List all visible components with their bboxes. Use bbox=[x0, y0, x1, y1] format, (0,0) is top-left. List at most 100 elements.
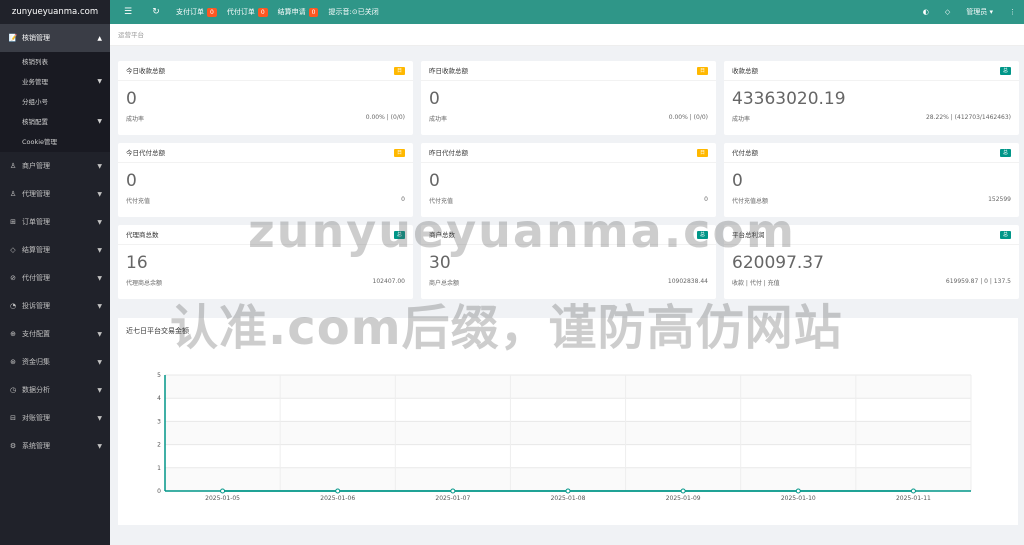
submenu-item-3[interactable]: 核销配置 ▼ bbox=[0, 112, 110, 132]
card-title-text: 收款总额 bbox=[732, 67, 758, 75]
settlement-label: 结算申请 bbox=[277, 8, 306, 16]
sound-label: 提示音: bbox=[328, 8, 352, 16]
card-tag: 总 bbox=[1000, 67, 1011, 75]
stat-card: 今日收款总额 日 0 成功率 0.00% | (0/0) bbox=[118, 61, 413, 135]
card-footer-value: 152599 bbox=[988, 196, 1011, 203]
sidebar-item-6[interactable]: ◔ 投诉管理 ▼ bbox=[0, 292, 110, 320]
submenu-item-label: 核销列表 bbox=[22, 58, 48, 66]
card-title-text: 平台总利润 bbox=[732, 231, 765, 239]
submenu-item-4[interactable]: Cookie管理 bbox=[0, 132, 110, 152]
menu-icon-2: ♙ bbox=[9, 190, 17, 198]
line-chart: 0 1 2 3 4 5 2025-01-05 2025-01-06 2025-01-07 2025… bbox=[157, 372, 972, 502]
stat-card: 收款总额 总 43363020.19 成功率 28.22% | (412703/1462… bbox=[724, 61, 1019, 135]
card-footer-value: 28.22% | (412703/1462463) bbox=[925, 114, 1011, 121]
card-value: 620097.37 bbox=[732, 253, 824, 273]
card-title-text: 昨日收款总额 bbox=[429, 67, 468, 75]
breadcrumb[interactable]: 运营平台 bbox=[110, 24, 1024, 46]
stat-card: 今日代付总额 日 0 代付充值 0 bbox=[118, 143, 413, 217]
submenu-item-label: 分组小号 bbox=[22, 98, 48, 106]
submenu-item-1[interactable]: 业务管理 ▼ bbox=[0, 72, 110, 92]
sidebar-item-5[interactable]: ⊘ 代付管理 ▼ bbox=[0, 264, 110, 292]
menu-icon-10: ⊟ bbox=[10, 414, 16, 422]
user-menu[interactable]: 管理员 ▾ bbox=[966, 7, 993, 17]
card-title: 代理商总数 总 bbox=[118, 225, 413, 245]
y-tick-label: 5 bbox=[157, 372, 161, 379]
card-tag: 日 bbox=[697, 67, 708, 75]
chevron-down-icon: ▼ bbox=[97, 162, 102, 170]
chart-card: 近七日平台交易金额 0 1 2 3 4 5 2025-01-05 2025-01-06 2025… bbox=[118, 318, 1018, 525]
sidebar-item-label: 代付管理 bbox=[22, 274, 50, 282]
card-tag: 总 bbox=[697, 231, 708, 239]
chevron-up-icon: ▲ bbox=[97, 34, 102, 42]
data-point bbox=[910, 488, 916, 494]
sidebar-item-label: 资金归集 bbox=[22, 358, 50, 366]
menu-icon[interactable]: ☰ bbox=[118, 7, 138, 17]
chevron-down-icon: ▼ bbox=[97, 78, 102, 85]
sidebar-item-0[interactable]: 📝 核销管理 ▲ bbox=[0, 24, 110, 52]
card-footer-label: 商户总余额 bbox=[429, 280, 460, 287]
card-footer-label: 代付充值 bbox=[126, 198, 151, 205]
x-tick-label: 2025-01-09 bbox=[666, 495, 701, 502]
card-value: 16 bbox=[126, 253, 148, 273]
menu-icon-7: ⊕ bbox=[10, 330, 16, 338]
card-footer-value: 102407.00 bbox=[372, 278, 405, 285]
x-tick-label: 2025-01-08 bbox=[551, 495, 586, 502]
grid-band bbox=[165, 421, 971, 445]
sidebar-item-8[interactable]: ⊛ 资金归集 ▼ bbox=[0, 348, 110, 376]
pay-order-badge: 0 bbox=[207, 7, 217, 17]
card-title-text: 今日代付总额 bbox=[126, 149, 165, 157]
theme-icon[interactable]: ◐ bbox=[923, 8, 929, 16]
chevron-down-icon: ▼ bbox=[97, 118, 102, 125]
sidebar-item-label: 代理管理 bbox=[22, 190, 50, 198]
card-footer: 代付充值总额 152599 bbox=[724, 196, 1019, 205]
sidebar-item-9[interactable]: ◷ 数据分析 ▼ bbox=[0, 376, 110, 404]
menu-icon-4: ◇ bbox=[10, 246, 16, 254]
sidebar-item-10[interactable]: ⊟ 对账管理 ▼ bbox=[0, 404, 110, 432]
card-footer-value: 0.00% | (0/0) bbox=[365, 114, 405, 121]
sidebar-item-2[interactable]: ♙ 代理管理 ▼ bbox=[0, 180, 110, 208]
data-point bbox=[220, 488, 226, 494]
logo[interactable]: zunyueyuanma.com bbox=[0, 0, 110, 24]
y-tick-label: 3 bbox=[157, 418, 161, 425]
payout-order-link[interactable]: 代付订单 0 bbox=[227, 7, 268, 17]
x-tick-label: 2025-01-10 bbox=[781, 495, 816, 502]
stat-card: 代理商总数 总 16 代理商总余额 102407.00 bbox=[118, 225, 413, 299]
settlement-link[interactable]: 结算申请 0 bbox=[278, 7, 319, 17]
more-icon[interactable]: ⋮ bbox=[1009, 8, 1016, 16]
sidebar-item-11[interactable]: ⚙ 系统管理 ▼ bbox=[0, 432, 110, 460]
settlement-badge: 0 bbox=[308, 7, 319, 17]
grid-band bbox=[165, 375, 971, 399]
card-title: 昨日收款总额 日 bbox=[421, 61, 716, 81]
card-footer-value: 0.00% | (0/0) bbox=[668, 114, 708, 121]
card-title: 平台总利润 总 bbox=[724, 225, 1019, 245]
menu-icon-3: ⊞ bbox=[10, 218, 16, 226]
menu-icon-6: ◔ bbox=[9, 302, 17, 310]
menu-icon-1: ♙ bbox=[9, 162, 17, 170]
sound-toggle[interactable]: 提示音: ⊙已关闭 bbox=[328, 7, 378, 17]
data-point bbox=[335, 488, 341, 494]
submenu-item-2[interactable]: 分组小号 bbox=[0, 92, 110, 112]
card-tag: 总 bbox=[1000, 231, 1011, 239]
data-point bbox=[450, 488, 456, 494]
card-tag: 日 bbox=[394, 149, 405, 157]
chevron-down-icon: ▼ bbox=[97, 414, 102, 422]
card-footer-value: 0 bbox=[704, 196, 708, 203]
y-tick-label: 0 bbox=[157, 488, 161, 495]
sidebar-item-1[interactable]: ♙ 商户管理 ▼ bbox=[0, 152, 110, 180]
sidebar-item-4[interactable]: ◇ 结算管理 ▼ bbox=[0, 236, 110, 264]
sidebar-item-label: 投诉管理 bbox=[22, 302, 50, 310]
submenu-item-0[interactable]: 核销列表 bbox=[0, 52, 110, 72]
card-footer-value: 10902838.44 bbox=[667, 278, 708, 285]
chevron-down-icon: ▼ bbox=[97, 330, 102, 338]
refresh-icon[interactable]: ↻ bbox=[146, 7, 166, 17]
chevron-down-icon: ▼ bbox=[97, 302, 102, 310]
x-tick-label: 2025-01-06 bbox=[320, 495, 355, 502]
submenu-item-label: 核销配置 bbox=[22, 118, 48, 126]
card-footer: 成功率 0.00% | (0/0) bbox=[421, 114, 716, 123]
y-tick-label: 4 bbox=[157, 395, 161, 402]
tag-icon[interactable]: ◇ bbox=[945, 8, 950, 16]
pay-order-link[interactable]: 支付订单 0 bbox=[176, 7, 217, 17]
sidebar-item-3[interactable]: ⊞ 订单管理 ▼ bbox=[0, 208, 110, 236]
sidebar-item-7[interactable]: ⊕ 支付配置 ▼ bbox=[0, 320, 110, 348]
sidebar-menu: 📝 核销管理 ▲ 核销列表 业务管理 ▼ 分组小号 核销配置 ▼ Cookie管理 ♙ 商户管理 ▼ ♙ 代… bbox=[0, 24, 110, 460]
